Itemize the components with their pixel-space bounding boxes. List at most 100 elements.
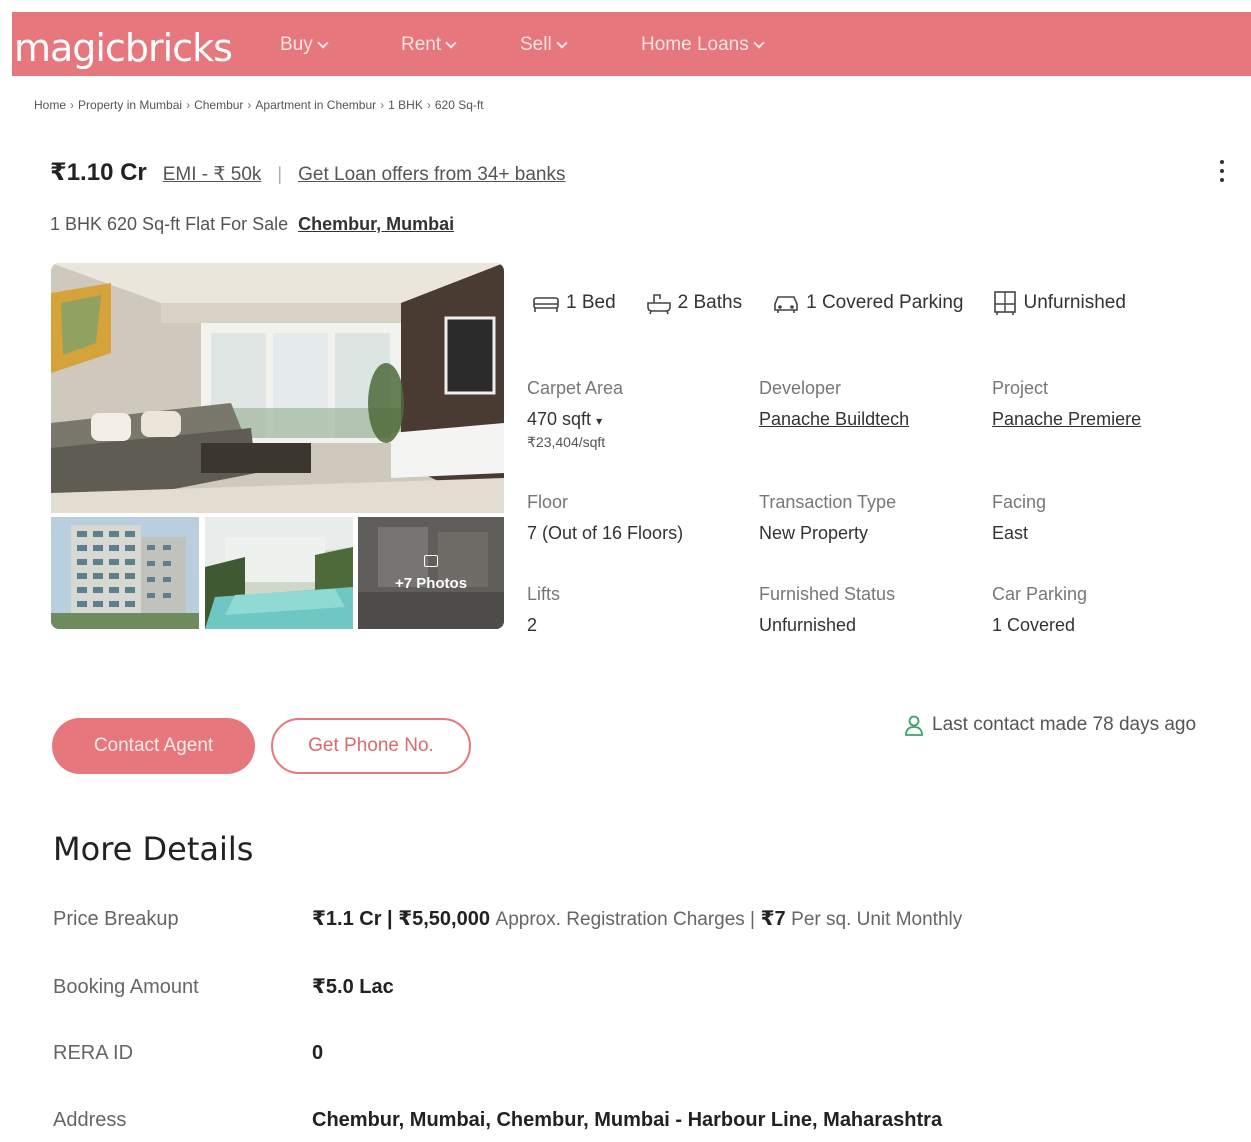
listing-location-link[interactable]: Chembur, Mumbai: [298, 214, 454, 235]
developer-link[interactable]: Panache Buildtech: [759, 409, 989, 430]
amenity-bed: 1 Bed: [532, 290, 616, 316]
loan-offers-link[interactable]: Get Loan offers from 34+ banks: [298, 164, 565, 186]
spec-project: Project Panache Premiere: [992, 378, 1222, 430]
spec-carpet-area: Carpet Area 470 sqft ▾ ₹23,404/sqft: [527, 378, 757, 451]
project-link[interactable]: Panache Premiere: [992, 409, 1222, 430]
spec-car-parking: Car Parking 1 Covered: [992, 584, 1222, 636]
price-breakup-amount: ₹1.1 Cr | ₹5,50,000: [312, 908, 490, 930]
amenity-parking-label: 1 Covered Parking: [806, 292, 964, 313]
nav-home-loans[interactable]: Home Loans: [641, 34, 765, 56]
spec-floor: Floor 7 (Out of 16 Floors): [527, 492, 757, 544]
price-breakup-registration: Approx. Registration Charges |: [495, 909, 755, 930]
bed-icon: [533, 297, 559, 312]
spec-label: Floor: [527, 492, 569, 512]
detail-value: 0: [312, 1042, 324, 1064]
spec-value: 1 Covered: [992, 615, 1076, 635]
detail-label: RERA ID: [53, 1042, 134, 1064]
spec-transaction: Transaction Type New Property: [759, 492, 989, 544]
nav-buy-label: Buy: [280, 34, 313, 55]
amenity-parking: 1 Covered Parking: [772, 290, 963, 316]
nav-sell-label: Sell: [520, 34, 552, 55]
spec-rate: ₹23,404/sqft: [527, 434, 606, 450]
more-photos-count: +7 Photos: [394, 574, 468, 592]
breadcrumb-apartment[interactable]: Apartment in Chembur: [255, 98, 376, 112]
nav-buy[interactable]: Buy: [280, 34, 329, 56]
contact-agent-button[interactable]: Contact Agent: [52, 718, 255, 774]
spec-label: Project: [992, 378, 1049, 398]
breadcrumb-separator: ›: [247, 98, 252, 112]
amenity-furnishing: Unfurnished: [993, 290, 1126, 316]
bathtub-icon: [646, 294, 671, 315]
chevron-down-icon: [556, 36, 568, 49]
spec-value: 7 (Out of 16 Floors): [527, 523, 684, 543]
spec-value: 2: [527, 615, 538, 635]
detail-rera-id: RERA ID 0: [53, 1042, 1203, 1065]
thumbnail-more-photos[interactable]: +7 Photos: [358, 517, 504, 629]
breadcrumb-chembur[interactable]: Chembur: [194, 98, 243, 112]
get-phone-button[interactable]: Get Phone No.: [271, 718, 471, 774]
detail-label: Price Breakup: [53, 908, 179, 930]
breadcrumb-separator: ›: [186, 98, 191, 112]
top-nav-bar: magicbricks Buy Rent Sell Home Loans: [12, 12, 1251, 76]
breadcrumb-separator: ›: [426, 98, 431, 112]
breadcrumb: Home › Property in Mumbai › Chembur › Apart…: [34, 98, 484, 112]
amenity-furnishing-label: Unfurnished: [1023, 292, 1126, 313]
breadcrumb-bhk[interactable]: 1 BHK: [388, 98, 423, 112]
amenities-row: 1 Bed 2 Baths 1 Covered Parking Unfurnis…: [532, 290, 1126, 316]
detail-address: Address Chembur, Mumbai, Chembur, Mumbai…: [53, 1109, 1203, 1132]
spec-label: Carpet Area: [527, 378, 624, 398]
user-icon: [905, 715, 923, 736]
amenity-bed-label: 1 Bed: [566, 292, 616, 313]
emi-link[interactable]: EMI - ₹ 50k: [163, 163, 262, 186]
breadcrumb-property-mumbai[interactable]: Property in Mumbai: [78, 98, 182, 112]
thumbnail-building-photo[interactable]: [51, 517, 199, 629]
spec-label: Lifts: [527, 584, 561, 604]
spec-label: Facing: [992, 492, 1047, 512]
detail-value: Chembur, Mumbai, Chembur, Mumbai - Harbo…: [312, 1109, 943, 1131]
camera-icon: [424, 554, 438, 567]
spec-value: East: [992, 523, 1029, 543]
detail-price-breakup: Price Breakup ₹1.1 Cr | ₹5,50,000 Approx…: [53, 906, 1203, 931]
nav-rent-label: Rent: [401, 34, 442, 55]
price-breakup-unit: Per sq. Unit Monthly: [791, 909, 963, 930]
detail-value: ₹1.1 Cr | ₹5,50,000 Approx. Registration…: [312, 906, 962, 931]
divider: |: [277, 164, 283, 184]
listing-price: ₹1.10 Cr: [50, 159, 147, 186]
chevron-down-icon: [753, 36, 765, 49]
breadcrumb-separator: ›: [380, 98, 385, 112]
chevron-down-icon[interactable]: ▾: [596, 414, 602, 428]
magicbricks-logo[interactable]: magicbricks: [14, 26, 233, 70]
listing-subtitle: 1 BHK 620 Sq-ft Flat For Sale Chembur, M…: [50, 214, 454, 235]
detail-label: Address: [53, 1109, 127, 1131]
main-property-photo[interactable]: [51, 263, 504, 513]
last-contact-info: Last contact made 78 days ago: [904, 714, 1196, 736]
amenity-baths-label: 2 Baths: [677, 292, 743, 313]
chevron-down-icon: [317, 36, 329, 49]
price-row: ₹1.10 Cr EMI - ₹ 50k | Get Loan offers f…: [50, 158, 566, 187]
spec-value: New Property: [759, 523, 869, 543]
spec-developer: Developer Panache Buildtech: [759, 378, 989, 430]
breadcrumb-separator: ›: [70, 98, 75, 112]
listing-title: 1 BHK 620 Sq-ft Flat For Sale: [50, 214, 289, 234]
nav-home-loans-label: Home Loans: [641, 34, 749, 55]
chevron-down-icon: [445, 36, 457, 49]
thumbnail-pool-photo[interactable]: [205, 517, 353, 629]
last-contact-text: Last contact made 78 days ago: [932, 714, 1197, 735]
detail-label: Booking Amount: [53, 976, 199, 998]
breadcrumb-home[interactable]: Home: [34, 98, 66, 112]
detail-value: ₹5.0 Lac: [312, 976, 394, 998]
spec-furnished: Furnished Status Unfurnished: [759, 584, 989, 636]
spec-label: Developer: [759, 378, 842, 398]
spec-facing: Facing East: [992, 492, 1222, 544]
spec-label: Furnished Status: [759, 584, 896, 604]
price-breakup-maintenance: ₹7: [760, 908, 786, 930]
more-details-title: More Details: [53, 830, 254, 868]
wardrobe-icon: [994, 291, 1017, 315]
spec-label: Transaction Type: [759, 492, 897, 512]
breadcrumb-size: 620 Sq-ft: [434, 98, 484, 112]
nav-sell[interactable]: Sell: [520, 34, 568, 56]
more-options-icon[interactable]: [1212, 160, 1232, 190]
detail-booking-amount: Booking Amount ₹5.0 Lac: [53, 974, 1203, 999]
spec-lifts: Lifts 2: [527, 584, 757, 636]
nav-rent[interactable]: Rent: [401, 34, 457, 56]
